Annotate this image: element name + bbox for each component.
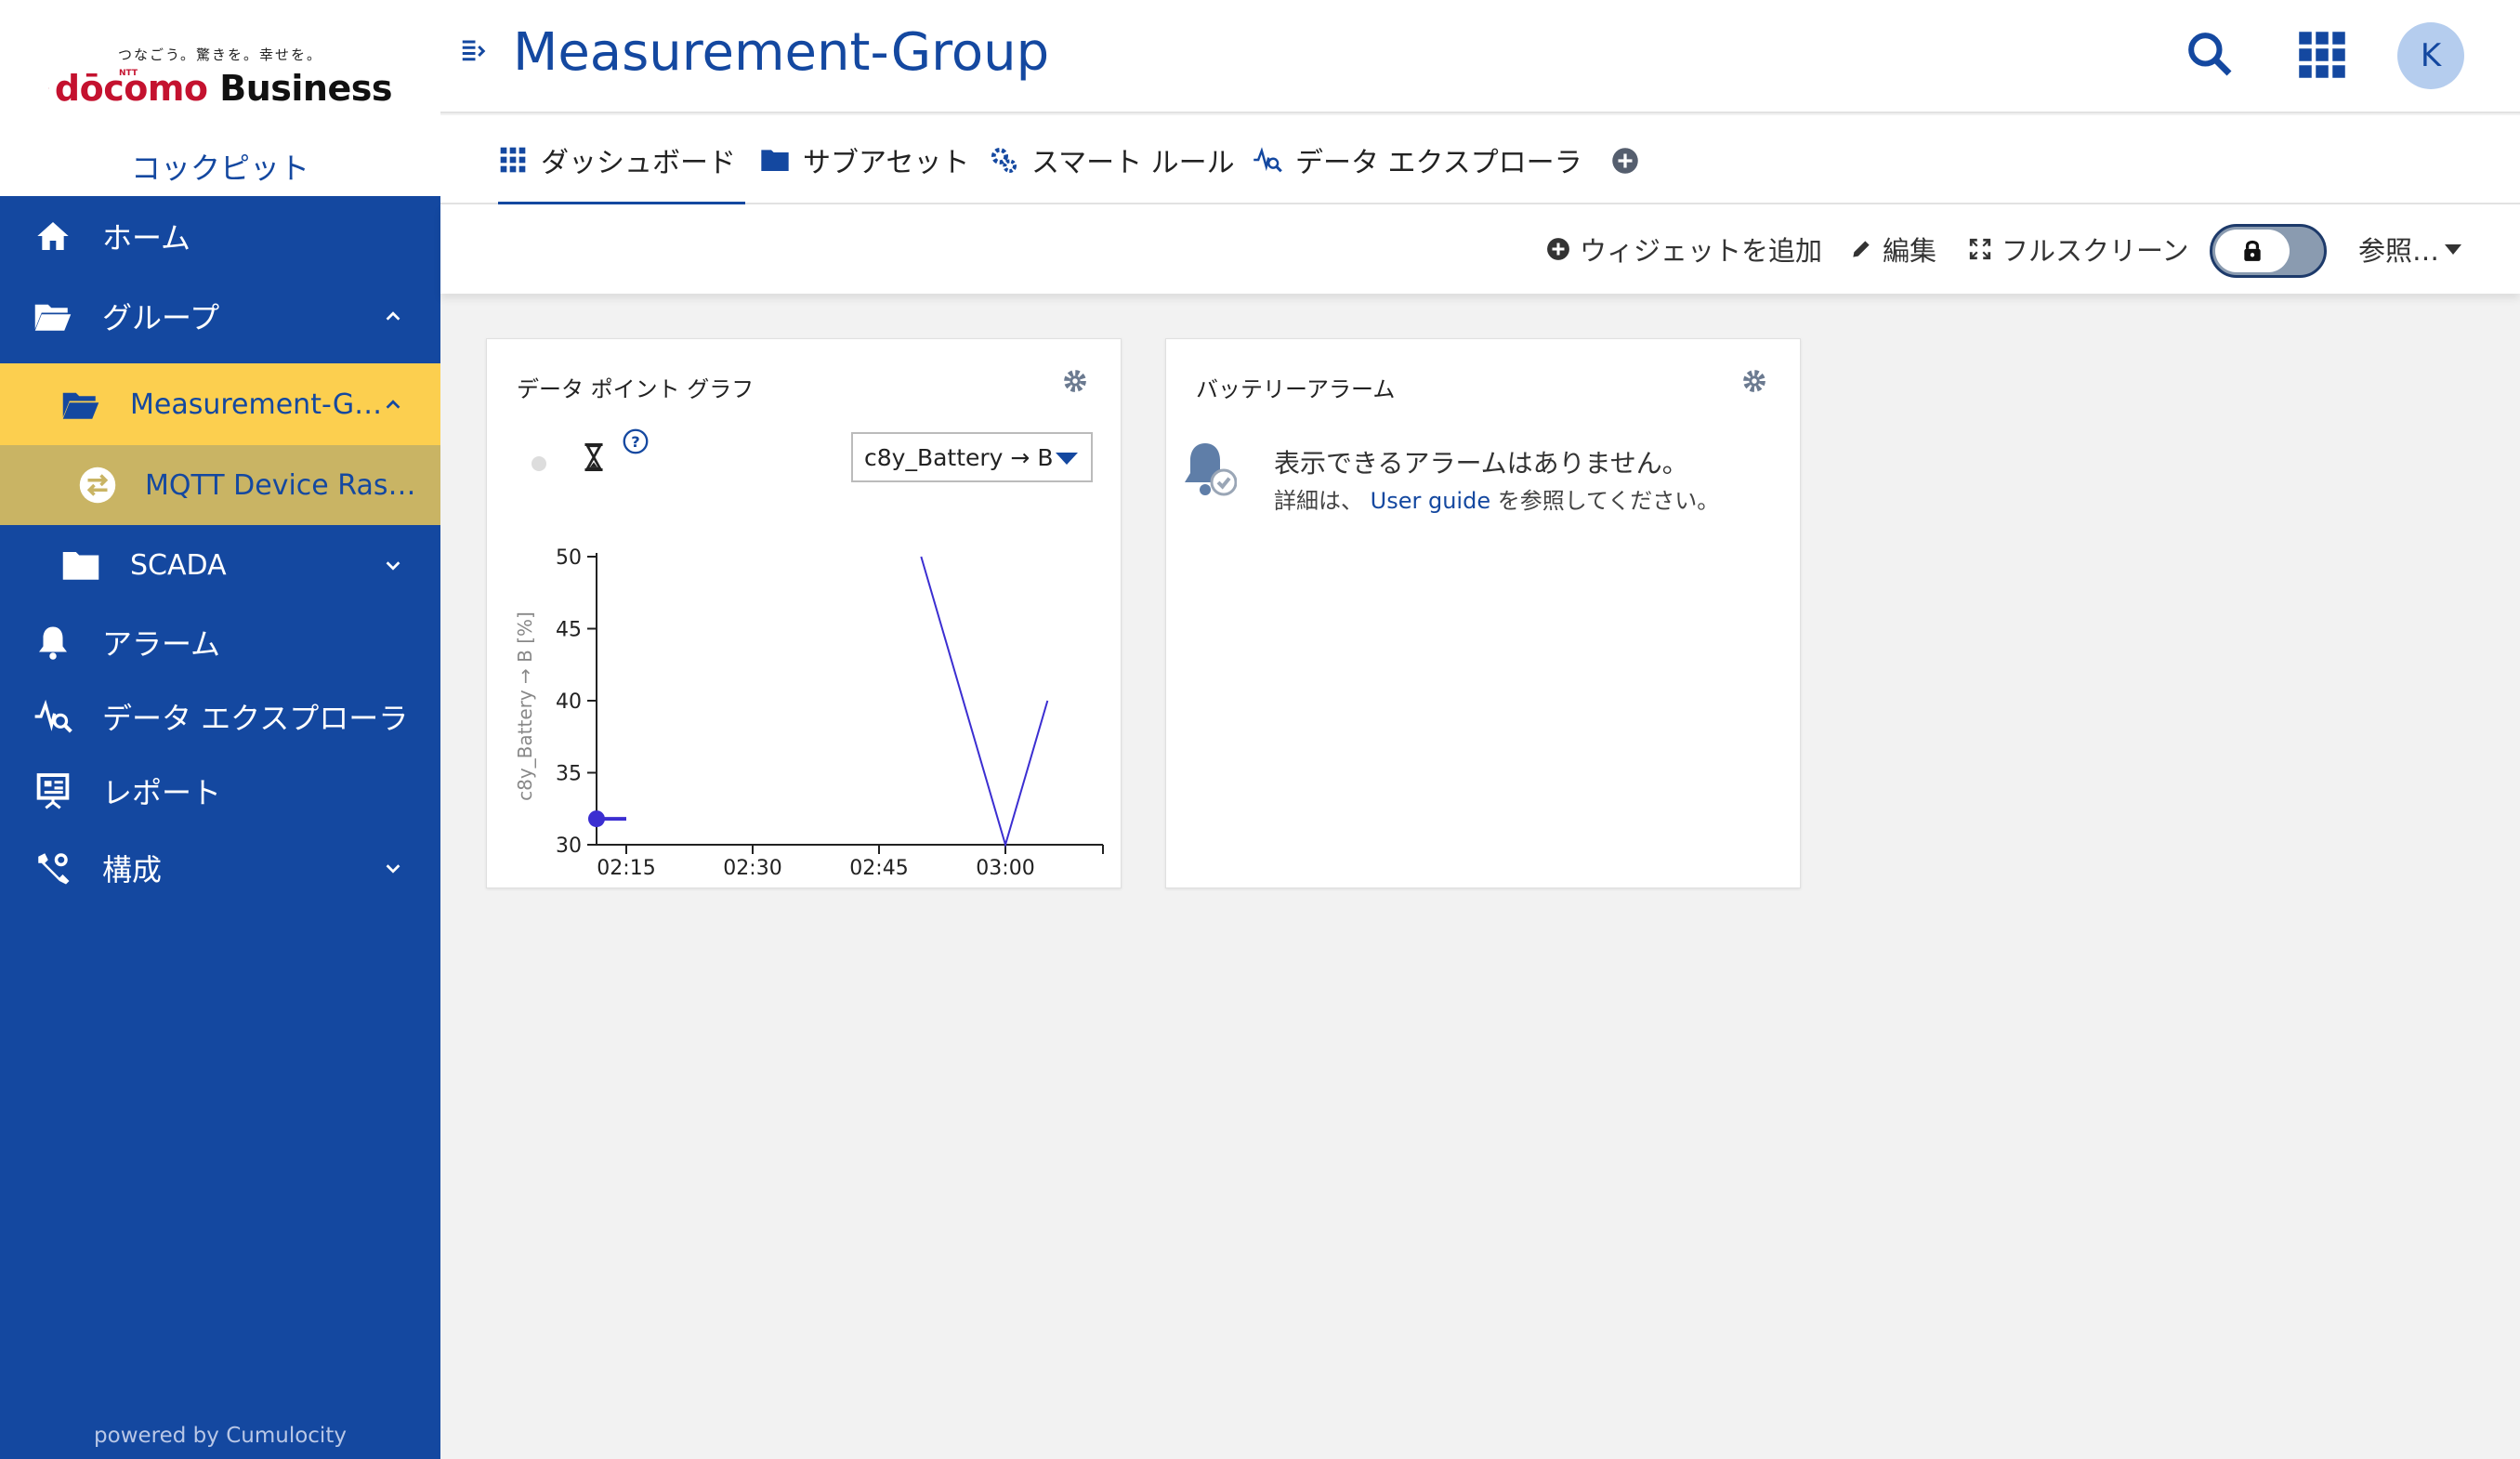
tab-dashboard[interactable]: ダッシュボード [498, 115, 745, 206]
sidebar-item-label: レポート [102, 775, 222, 810]
chevron-up-icon[interactable] [383, 306, 403, 326]
wrench-icon [32, 847, 74, 889]
widget-data-point-graph: データ ポイント グラフ ? c8y_Battery → B 50 45 40 35 3… [486, 338, 1122, 888]
y-tick-label: 30 [556, 835, 582, 858]
no-alarms-message: 表示できるアラームはありません。 [1274, 448, 1688, 479]
top-header: Measurement-Group K [440, 0, 2520, 113]
lock-icon [2244, 240, 2261, 261]
brand-logo: dōcomo Business [48, 65, 393, 112]
widget-battery-alarm: バッテリーアラーム 表示できるアラームはありません。 詳細は、 User gui… [1165, 338, 1801, 888]
chevron-down-icon[interactable] [383, 555, 403, 575]
tab-bar: ダッシュボード サブアセット スマート ルール データ エクスプローラ [440, 115, 2520, 206]
widget-title: バッテリーアラーム [1196, 376, 1396, 402]
folder-open-icon [59, 383, 102, 426]
tab-label: サブアセット [803, 147, 970, 179]
page-title: Measurement-Group [513, 22, 1050, 83]
sidebar-item-label: SCADA [130, 548, 227, 582]
bell-icon [32, 621, 74, 664]
device-exchange-icon [76, 464, 119, 506]
y-tick-label: 40 [556, 690, 582, 714]
home-icon [32, 215, 74, 257]
sidebar-item-mqtt-device[interactable]: MQTT Device Ras… [0, 445, 440, 525]
sidebar-item-measurement-group[interactable]: Measurement-G… [0, 363, 440, 445]
sidebar-item-data-explorer[interactable]: データ エクスプローラ [0, 679, 440, 754]
more-label: 参照… [2358, 235, 2440, 267]
tab-smart-rules[interactable]: スマート ルール [989, 115, 1235, 204]
sidebar-item-scada[interactable]: SCADA [0, 525, 440, 605]
x-tick-label: 02:30 [723, 857, 781, 880]
user-guide-link[interactable]: User guide [1371, 488, 1490, 514]
add-tab-icon[interactable] [1611, 147, 1639, 175]
x-tick-label: 02:15 [597, 857, 655, 880]
chevron-down-icon[interactable] [383, 858, 403, 878]
edit-button[interactable]: 編集 [1849, 204, 1936, 294]
folder-icon [761, 150, 789, 171]
gear-icon[interactable] [1740, 367, 1768, 395]
search-icon[interactable] [2184, 28, 2236, 80]
sidebar-item-home[interactable]: ホーム [0, 196, 440, 276]
y-tick-label: 45 [556, 619, 582, 642]
x-tick-label: 03:00 [976, 857, 1034, 880]
app-switcher-icon[interactable] [2297, 30, 2347, 80]
sidebar-item-group[interactable]: グループ [0, 276, 440, 356]
menu-toggle-icon[interactable] [459, 37, 487, 65]
series-line [920, 556, 1049, 848]
pencil-icon [1853, 241, 1870, 257]
sidebar-item-alarms[interactable]: アラーム [0, 605, 440, 679]
report-icon [32, 769, 74, 812]
line-chart: 50 45 40 35 30 02:15 02:30 02:45 03:00 c8y_Batter… [514, 546, 1104, 880]
tab-label: ダッシュボード [541, 147, 736, 179]
add-widget-button[interactable]: ウィジェットを追加 [1546, 204, 1822, 294]
sidebar-item-label: ホーム [102, 220, 191, 256]
sidebar-item-label: MQTT Device Ras… [145, 468, 416, 502]
fullscreen-button[interactable]: フルスクリーン [1968, 204, 2189, 294]
sidebar-item-label: 構成 [102, 852, 163, 887]
tab-data-explorer[interactable]: データ エクスプローラ [1253, 115, 1582, 204]
add-widget-label: ウィジェットを追加 [1580, 235, 1823, 267]
sidebar: つなごう。驚きを。幸せを。 NTT dōcomo Business コックピット… [0, 0, 440, 1459]
edit-label: 編集 [1883, 235, 1937, 267]
dashboard-action-bar: ウィジェットを追加 編集 フルスクリーン 参照… [440, 204, 2520, 294]
chevron-up-icon[interactable] [383, 394, 403, 414]
sidebar-item-label: データ エクスプローラ [102, 701, 409, 736]
more-dropdown[interactable]: 参照… [2358, 204, 2462, 294]
y-tick-label: 35 [556, 763, 582, 786]
data-explorer-icon [32, 695, 74, 738]
folder-icon [59, 544, 102, 586]
folder-open-icon [32, 295, 74, 337]
lock-toggle-knob [2215, 230, 2290, 272]
tab-subassets[interactable]: サブアセット [760, 115, 969, 204]
sidebar-item-label: グループ [102, 300, 220, 335]
tab-label: スマート ルール [1031, 147, 1235, 179]
app-title: コックピット [130, 151, 309, 186]
grid-icon [500, 147, 526, 173]
lock-toggle[interactable] [2210, 224, 2327, 278]
y-axis-label: c8y_Battery → B [%] [514, 611, 536, 801]
expand-icon [1969, 238, 1991, 260]
user-avatar[interactable]: K [2397, 22, 2464, 89]
fullscreen-label: フルスクリーン [2002, 235, 2189, 267]
brand-tagline: つなごう。驚きを。幸せを。 [117, 46, 323, 63]
docomo-logo-icon [48, 87, 49, 89]
brand-name: dōcomo Business [54, 68, 393, 109]
sidebar-item-reports[interactable]: レポート [0, 754, 440, 828]
bell-check-icon [1185, 443, 1237, 496]
sidebar-item-label: アラーム [102, 626, 221, 662]
plus-circle-icon [1547, 238, 1569, 260]
sidebar-item-configuration[interactable]: 構成 [0, 828, 440, 908]
alarm-help-text: 詳細は、 User guide を参照してください。 [1274, 488, 1720, 514]
data-explorer-icon [1253, 147, 1282, 173]
series-marker [588, 810, 605, 828]
sidebar-item-label: Measurement-G… [130, 388, 383, 421]
caret-down-icon [2445, 243, 2462, 255]
x-tick-label: 02:45 [849, 857, 908, 880]
tab-label: データ エクスプローラ [1295, 147, 1582, 179]
brand-header: つなごう。驚きを。幸せを。 NTT dōcomo Business コックピット [0, 0, 440, 196]
y-tick-label: 50 [556, 546, 582, 570]
powered-by: powered by Cumulocity [94, 1424, 347, 1448]
gears-icon [991, 148, 1017, 173]
